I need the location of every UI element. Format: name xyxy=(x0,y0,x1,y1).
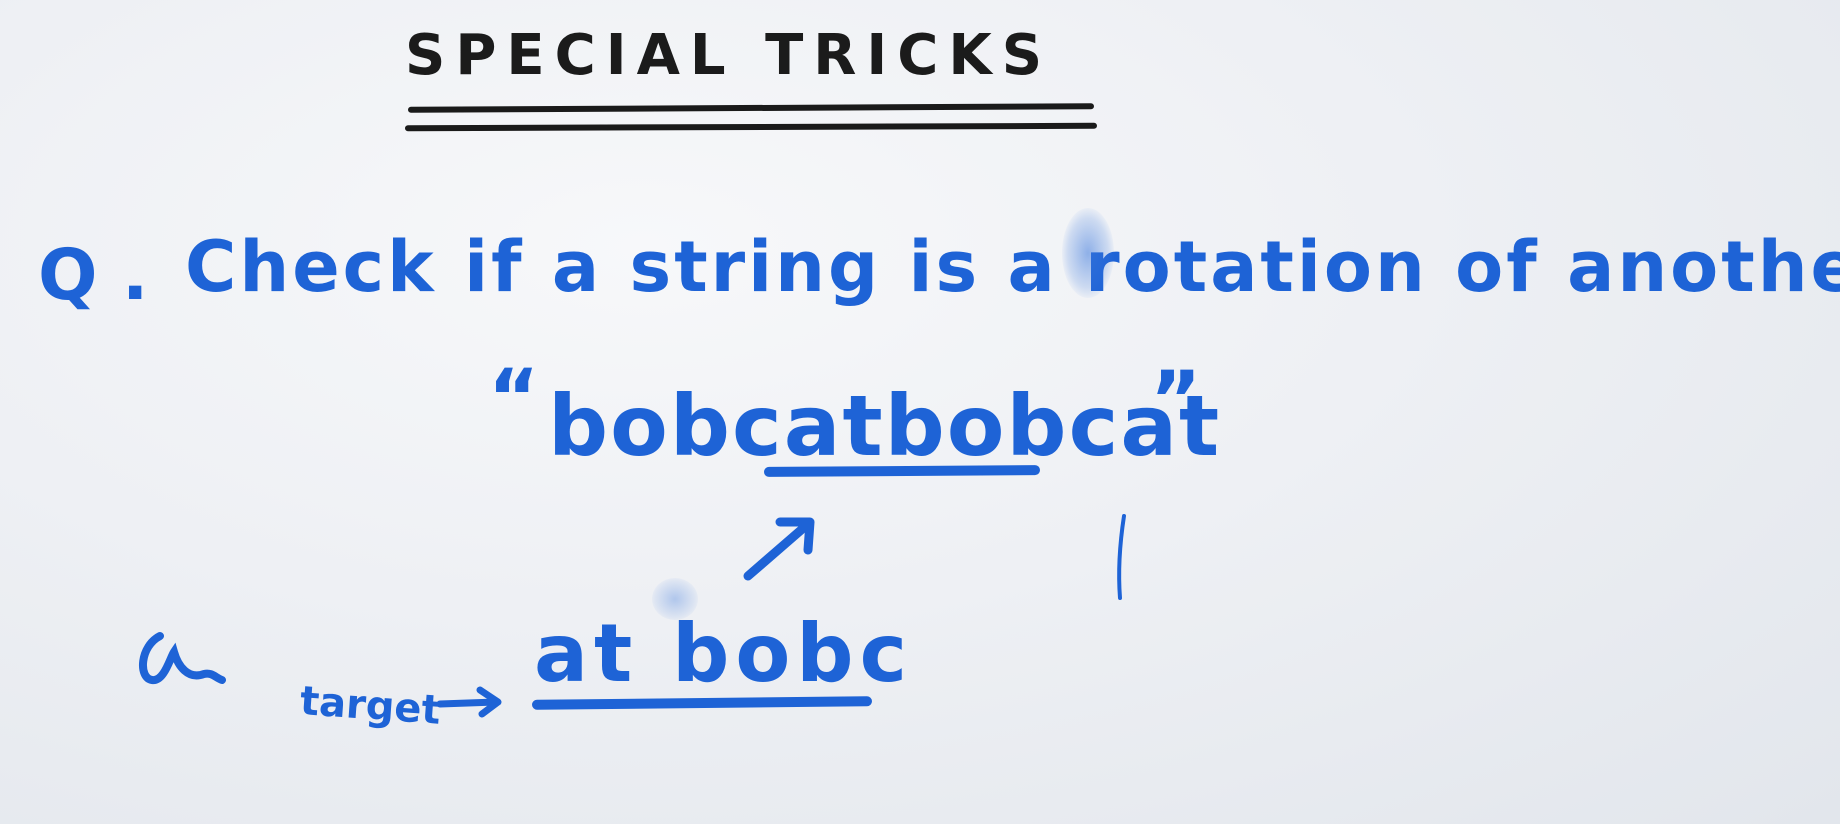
scribble-icon xyxy=(139,632,226,684)
match-underline xyxy=(763,465,1041,477)
title-underline-bottom xyxy=(404,122,1098,132)
close-quote: ” xyxy=(1150,356,1202,446)
question-label: Q . xyxy=(38,234,149,316)
board-title: SPECIAL TRICKS xyxy=(405,23,1053,88)
target-underline xyxy=(531,696,873,710)
target-label: target xyxy=(298,678,443,734)
arrow-right-icon xyxy=(436,686,502,718)
question-text: Check if a string is a rotation of anoth… xyxy=(185,226,1840,308)
stray-mark-icon xyxy=(1117,514,1126,600)
arrow-up-right-icon xyxy=(743,517,815,581)
open-quote: “ xyxy=(488,354,540,444)
whiteboard: SPECIAL TRICKS Q . Check if a string is … xyxy=(0,0,1840,824)
title-underline-top xyxy=(407,103,1095,113)
target-value: at bobc xyxy=(534,607,913,700)
doubled-string: bobcatbobcat xyxy=(548,377,1222,475)
ink-smudge xyxy=(1062,208,1114,298)
